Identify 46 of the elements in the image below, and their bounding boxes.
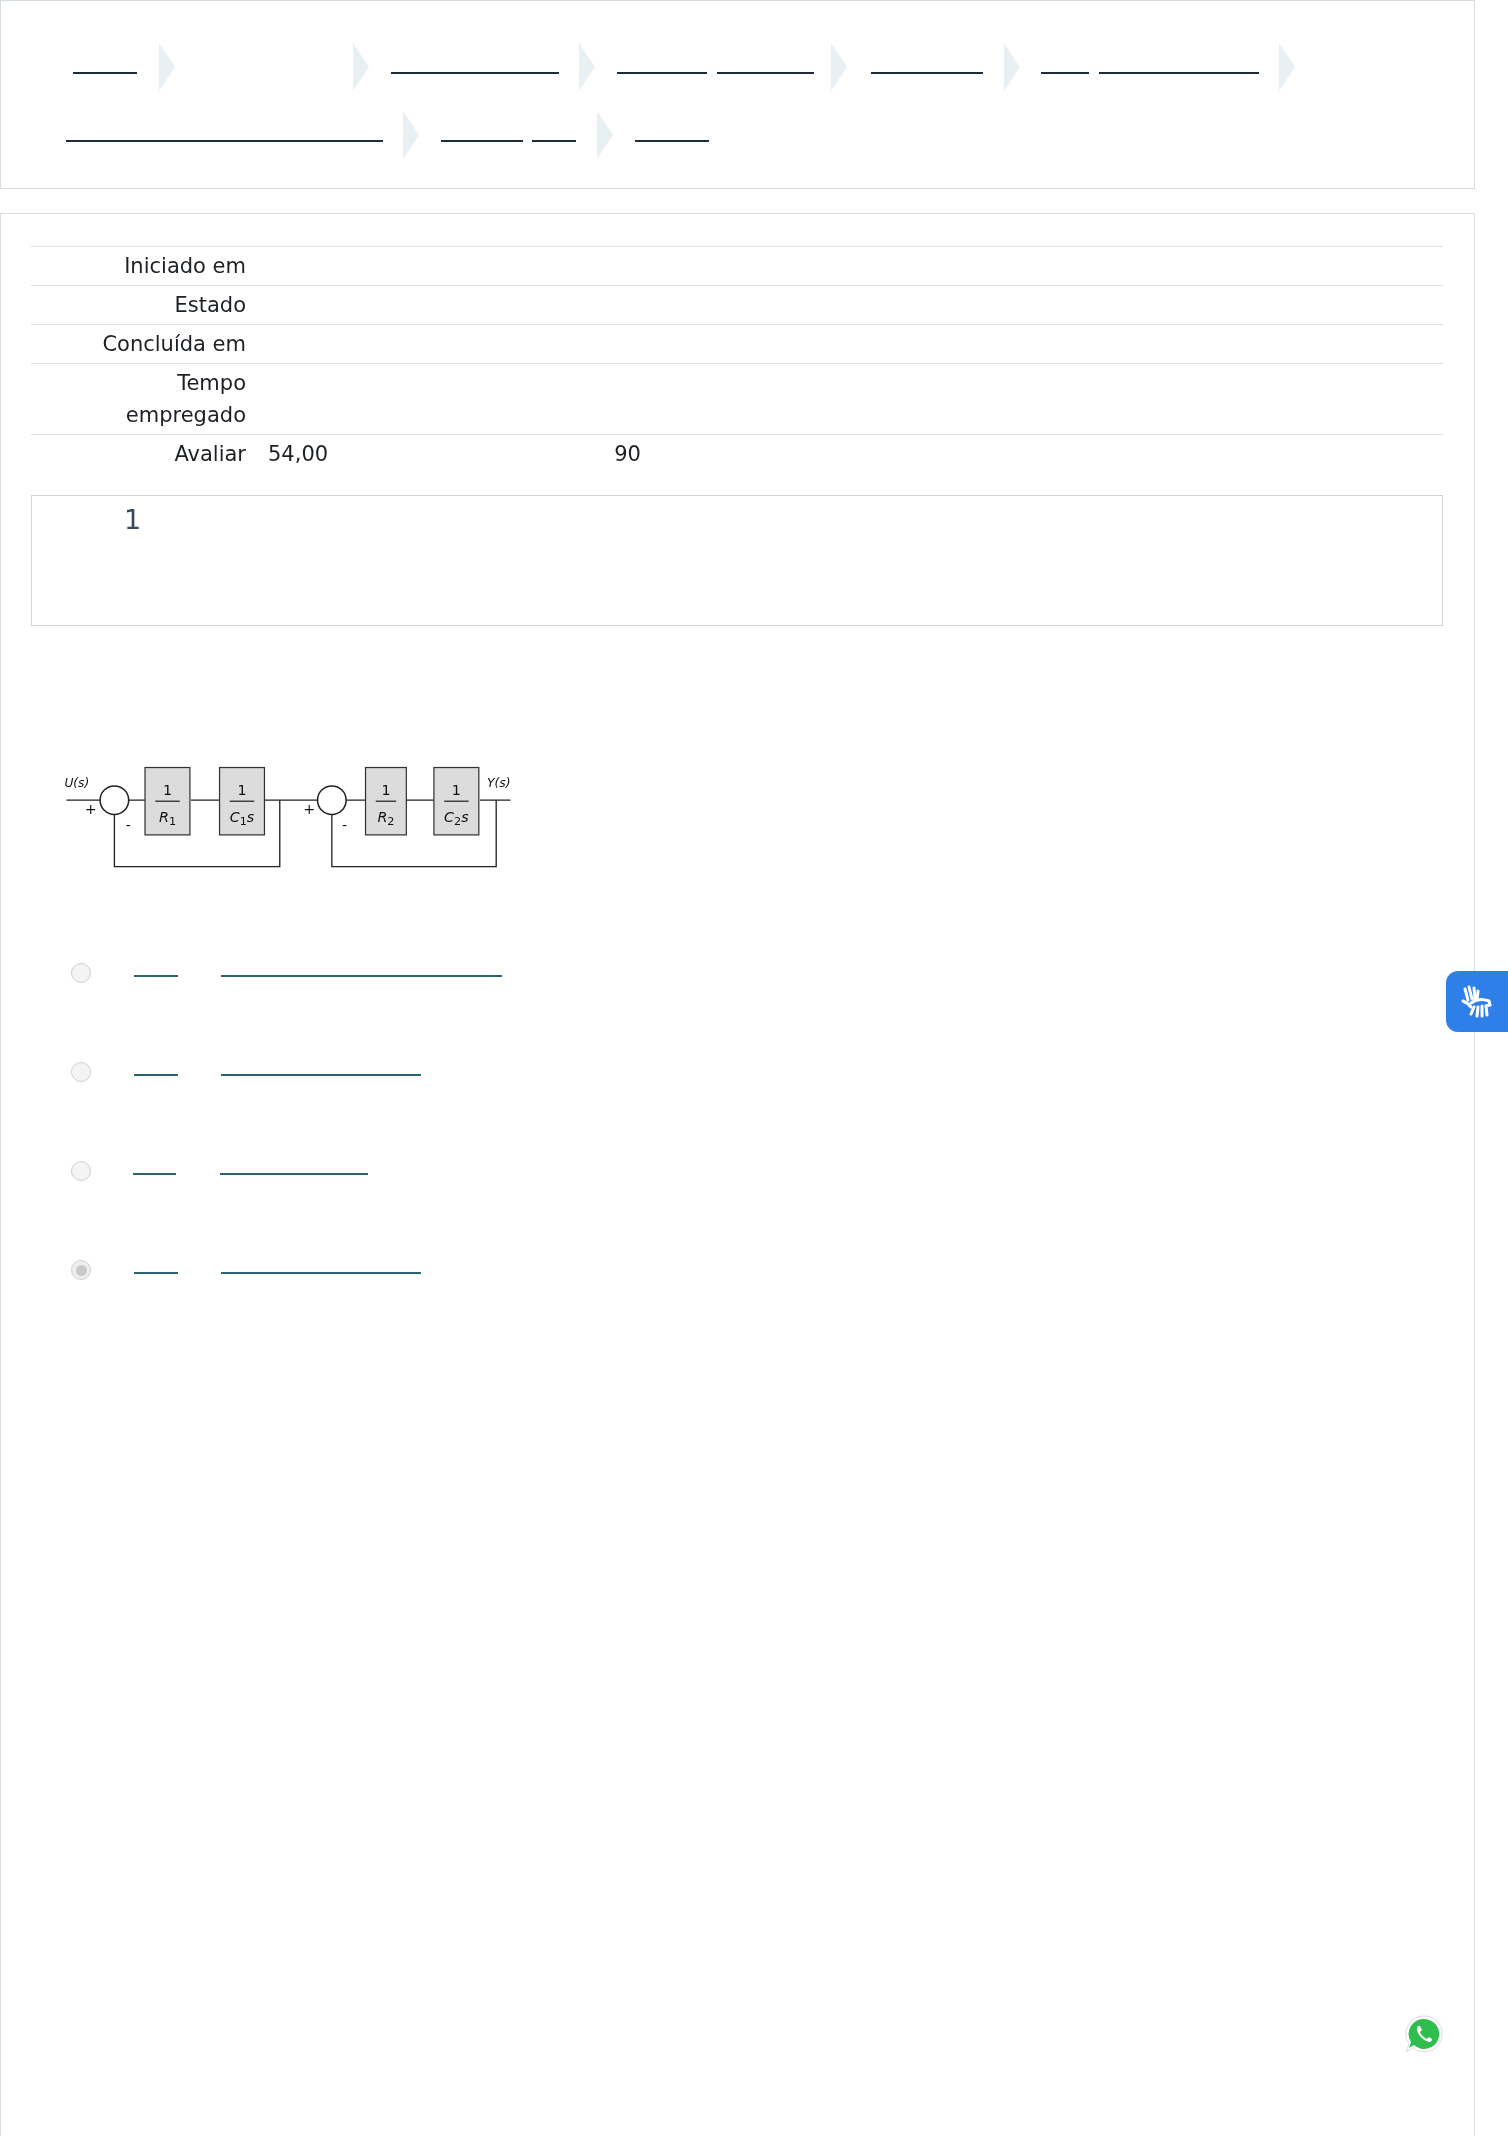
sign-label: + bbox=[303, 801, 316, 818]
sign-label: - bbox=[125, 816, 131, 833]
radio-button[interactable] bbox=[71, 1161, 91, 1181]
transfer-block: 1 C$_{1}$s bbox=[218, 766, 266, 836]
link-underline[interactable] bbox=[221, 1074, 421, 1076]
link-underline[interactable] bbox=[134, 975, 178, 977]
sign-label: - bbox=[342, 816, 348, 833]
radio-button[interactable] bbox=[71, 963, 91, 983]
sign-label: + bbox=[84, 801, 97, 818]
summary-label: Iniciado em bbox=[123, 253, 246, 280]
sign-language-icon bbox=[1459, 984, 1495, 1019]
summary-value: 90 bbox=[614, 441, 641, 468]
whatsapp-icon[interactable] bbox=[1404, 2014, 1444, 2054]
link-underline[interactable] bbox=[66, 140, 383, 142]
radio-button[interactable] bbox=[71, 1062, 91, 1082]
link-underline[interactable] bbox=[635, 140, 709, 142]
link-underline[interactable] bbox=[134, 1074, 178, 1076]
radio-button[interactable] bbox=[71, 1260, 91, 1280]
link-underline[interactable] bbox=[871, 72, 983, 74]
link-underline[interactable] bbox=[1099, 72, 1259, 74]
summary-label: Concluída em bbox=[101, 331, 246, 358]
transfer-block: 1 R$_{1}$ bbox=[144, 766, 191, 836]
link-underline[interactable] bbox=[220, 1173, 368, 1175]
signal-label: U(s) bbox=[64, 775, 90, 790]
summary-label: Tempo empregado bbox=[124, 370, 246, 429]
summary-label: Avaliar bbox=[173, 441, 246, 468]
summing-junction bbox=[316, 785, 347, 816]
link-underline[interactable] bbox=[532, 140, 576, 142]
link-underline[interactable] bbox=[1041, 72, 1089, 74]
transfer-block: 1 R$_{2}$ bbox=[364, 766, 407, 836]
summary-label: Estado bbox=[173, 292, 246, 319]
summing-junction bbox=[99, 785, 130, 816]
link-underline[interactable] bbox=[221, 975, 502, 977]
question-number: 1 bbox=[124, 504, 142, 535]
link-underline[interactable] bbox=[391, 72, 559, 74]
transfer-block: 1 C$_{2}$s bbox=[433, 766, 480, 836]
link-underline[interactable] bbox=[73, 72, 137, 74]
link-underline[interactable] bbox=[617, 72, 707, 74]
link-underline[interactable] bbox=[717, 72, 814, 74]
link-underline[interactable] bbox=[441, 140, 523, 142]
summary-value: 54,00 bbox=[268, 441, 329, 468]
link-underline[interactable] bbox=[134, 1272, 178, 1274]
link-underline[interactable] bbox=[221, 1272, 421, 1274]
accessibility-button[interactable] bbox=[1446, 971, 1508, 1032]
signal-label: Y(s) bbox=[487, 775, 511, 790]
link-underline[interactable] bbox=[133, 1173, 176, 1175]
